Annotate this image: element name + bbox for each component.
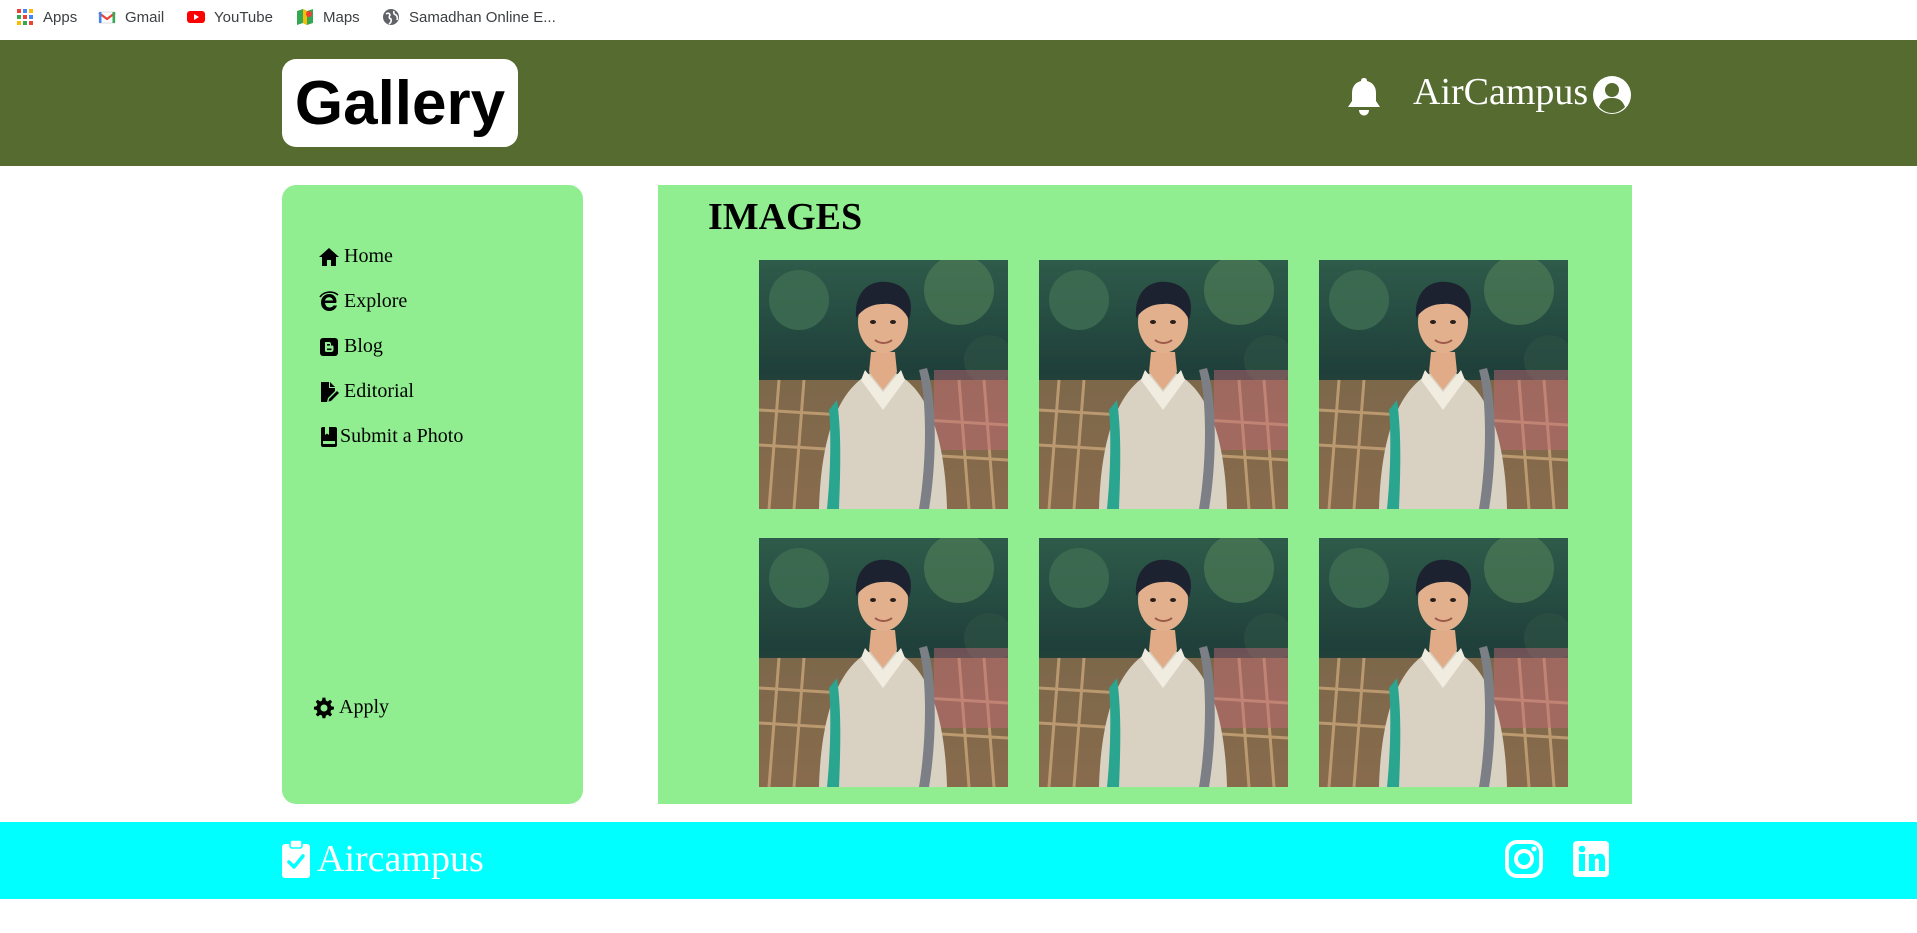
image-thumbnail[interactable] bbox=[1319, 260, 1568, 509]
sidebar-item-blog[interactable]: Blog bbox=[318, 335, 383, 358]
sidebar-item-submit-photo[interactable]: Submit a Photo bbox=[318, 425, 463, 448]
apps-grid-icon bbox=[17, 9, 33, 25]
bookmark-samadhan[interactable]: Samadhan Online E... bbox=[382, 6, 556, 28]
sidebar-item-home[interactable]: Home bbox=[318, 245, 393, 268]
instagram-icon[interactable] bbox=[1504, 839, 1544, 879]
apply-label: Apply bbox=[339, 696, 389, 718]
youtube-icon bbox=[187, 11, 205, 23]
portrait-photo bbox=[759, 260, 1008, 509]
bookmark-label: Gmail bbox=[125, 8, 165, 26]
bookmarks-bar: Apps Gmail YouTube Maps Samadhan Online … bbox=[0, 0, 1917, 40]
portrait-photo bbox=[1039, 260, 1288, 509]
image-thumbnail[interactable] bbox=[1039, 538, 1288, 787]
brand-name[interactable]: AirCampus bbox=[1413, 70, 1588, 114]
footer-brand[interactable]: Aircampus bbox=[317, 837, 484, 881]
book-icon bbox=[321, 426, 337, 447]
image-thumbnail[interactable] bbox=[1039, 260, 1288, 509]
site-footer: Aircampus bbox=[0, 822, 1917, 899]
sidebar-item-apply[interactable]: Apply bbox=[313, 696, 389, 719]
user-circle-icon[interactable] bbox=[1592, 75, 1632, 115]
linkedin-icon[interactable] bbox=[1571, 839, 1611, 879]
sidebar-item-label: Submit a Photo bbox=[340, 425, 464, 447]
internet-explorer-icon bbox=[319, 290, 339, 311]
portrait-photo bbox=[759, 538, 1008, 787]
bookmark-youtube[interactable]: YouTube bbox=[187, 6, 273, 28]
site-header: Gallery AirCampus bbox=[0, 40, 1917, 166]
globe-icon bbox=[383, 9, 399, 25]
sidebar-item-label: Home bbox=[344, 245, 393, 267]
file-signature-icon bbox=[321, 381, 339, 402]
home-icon bbox=[319, 247, 339, 266]
bookmark-maps[interactable]: Maps bbox=[296, 6, 360, 28]
gallery-logo[interactable]: Gallery bbox=[282, 59, 518, 147]
blogger-icon bbox=[320, 337, 338, 356]
bookmark-apps[interactable]: Apps bbox=[16, 6, 77, 28]
logo-text: Gallery bbox=[294, 68, 506, 138]
sidebar-item-label: Editorial bbox=[344, 380, 414, 402]
image-thumbnail[interactable] bbox=[759, 538, 1008, 787]
bookmark-label: Samadhan Online E... bbox=[409, 8, 556, 26]
bookmark-label: Apps bbox=[43, 8, 78, 26]
images-panel: IMAGES bbox=[658, 185, 1632, 804]
image-thumbnail[interactable] bbox=[759, 260, 1008, 509]
bookmark-label: YouTube bbox=[214, 8, 273, 26]
gear-icon bbox=[313, 697, 334, 718]
bookmark-gmail[interactable]: Gmail bbox=[98, 6, 164, 28]
bell-icon[interactable] bbox=[1345, 76, 1383, 118]
sidebar-item-label: Blog bbox=[344, 335, 383, 357]
clipboard-check-icon bbox=[282, 839, 310, 878]
section-title: IMAGES bbox=[708, 196, 863, 238]
portrait-photo bbox=[1319, 538, 1568, 787]
maps-icon bbox=[297, 9, 313, 25]
sidebar-item-label: Explore bbox=[344, 290, 408, 312]
sidebar-item-explore[interactable]: Explore bbox=[318, 290, 407, 313]
image-thumbnail[interactable] bbox=[1319, 538, 1568, 787]
portrait-photo bbox=[1039, 538, 1288, 787]
bookmark-label: Maps bbox=[323, 8, 360, 26]
portrait-photo bbox=[1319, 260, 1568, 509]
sidebar-item-editorial[interactable]: Editorial bbox=[318, 380, 414, 403]
gmail-icon bbox=[98, 11, 116, 24]
sidebar: Home Explore Blog Editorial Submit a Pho… bbox=[282, 185, 583, 804]
